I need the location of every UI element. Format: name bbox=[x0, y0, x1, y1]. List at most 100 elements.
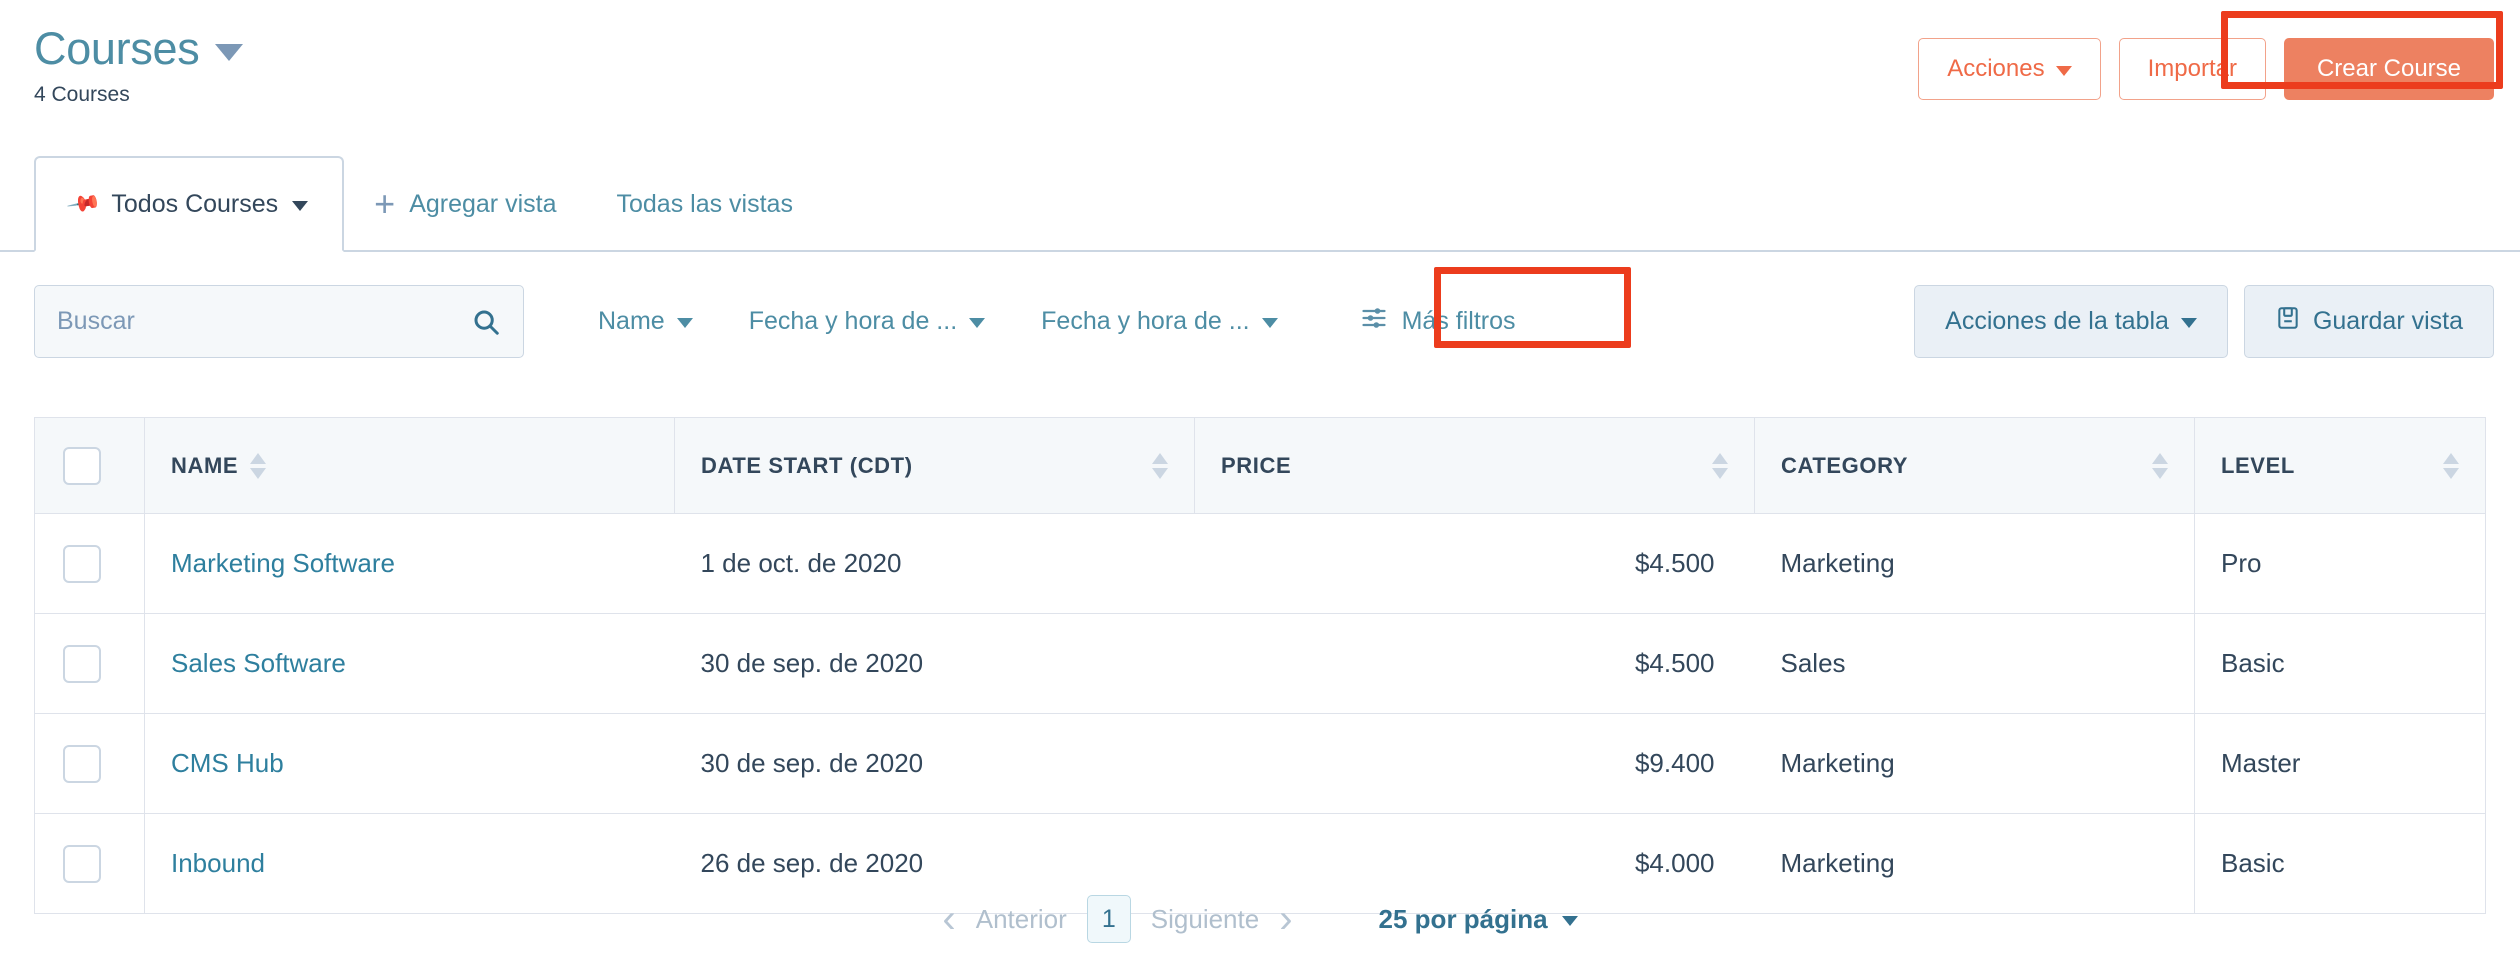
row-checkbox[interactable] bbox=[63, 744, 101, 783]
filter-dropdown-date-2[interactable]: Fecha y hora de ... bbox=[1013, 307, 1305, 336]
chevron-left-icon[interactable]: ‹ bbox=[942, 899, 955, 939]
table-actions-label: Acciones de la tabla bbox=[1945, 307, 2169, 335]
filter-dropdown-name[interactable]: Name bbox=[570, 307, 721, 336]
sort-arrows-icon[interactable] bbox=[1712, 452, 1728, 479]
cell-name: CMS Hub bbox=[144, 713, 675, 814]
more-filters-label: Más filtros bbox=[1401, 307, 1516, 335]
filter-dropdown-name-label: Name bbox=[598, 307, 665, 335]
cell-name: Sales Software bbox=[144, 613, 675, 714]
select-all-checkbox[interactable] bbox=[63, 446, 101, 485]
course-link[interactable]: Inbound bbox=[171, 848, 265, 878]
cell-level: Basic bbox=[2194, 613, 2486, 714]
importar-button[interactable]: Importar bbox=[2118, 38, 2266, 100]
pin-icon: 📌 bbox=[65, 185, 103, 222]
column-header-level[interactable]: LEVEL bbox=[2194, 417, 2486, 514]
table-row[interactable]: Sales Software 30 de sep. de 2020 $4.500… bbox=[34, 613, 2486, 714]
tab-todos-courses-label: Todos Courses bbox=[111, 189, 279, 218]
search-input[interactable] bbox=[57, 307, 471, 336]
acciones-label: Acciones bbox=[1947, 55, 2045, 82]
tab-todos-courses[interactable]: 📌 Todos Courses bbox=[34, 156, 345, 252]
all-views-label: Todas las vistas bbox=[616, 189, 793, 218]
cell-name: Marketing Software bbox=[144, 513, 675, 614]
record-count: 4 Courses bbox=[34, 83, 130, 106]
per-page-selector[interactable]: 25 por página bbox=[1379, 904, 1578, 935]
page-title[interactable]: Courses bbox=[34, 23, 244, 74]
save-view-label: Guardar vista bbox=[2312, 307, 2463, 335]
filter-dropdown-date-1-label: Fecha y hora de ... bbox=[748, 307, 958, 335]
row-checkbox-cell bbox=[34, 613, 145, 714]
add-view-button[interactable]: + Agregar vista bbox=[344, 156, 586, 252]
cell-category: Marketing bbox=[1754, 513, 2195, 614]
sort-arrows-icon[interactable] bbox=[250, 452, 267, 479]
column-header-price[interactable]: PRICE bbox=[1194, 417, 1755, 514]
table-row[interactable]: CMS Hub 30 de sep. de 2020 $9.400 Market… bbox=[34, 713, 2486, 814]
table-body: Marketing Software 1 de oct. de 2020 $4.… bbox=[34, 513, 2486, 914]
select-all-header bbox=[34, 417, 145, 514]
row-checkbox[interactable] bbox=[63, 644, 101, 683]
cell-price: $9.400 bbox=[1194, 713, 1755, 814]
column-header-category[interactable]: CATEGORY bbox=[1754, 417, 2195, 514]
pagination: ‹ Anterior 1 Siguiente › 25 por página bbox=[0, 895, 2520, 943]
column-header-name-label: NAME bbox=[171, 452, 239, 478]
page-title-text: Courses bbox=[34, 23, 200, 74]
course-link[interactable]: Sales Software bbox=[171, 648, 346, 678]
cell-date: 30 de sep. de 2020 bbox=[674, 613, 1195, 714]
cell-date: 30 de sep. de 2020 bbox=[674, 713, 1195, 814]
course-link[interactable]: Marketing Software bbox=[171, 548, 395, 578]
acciones-button[interactable]: Acciones bbox=[1918, 38, 2101, 100]
chevron-down-icon[interactable] bbox=[292, 200, 309, 211]
chevron-down-icon bbox=[1261, 318, 1278, 328]
cell-level: Master bbox=[2194, 713, 2486, 814]
sort-arrows-icon[interactable] bbox=[2443, 452, 2459, 479]
cell-level: Pro bbox=[2194, 513, 2486, 614]
row-checkbox[interactable] bbox=[63, 844, 101, 883]
per-page-label: 25 por página bbox=[1378, 903, 1548, 934]
table-row[interactable]: Marketing Software 1 de oct. de 2020 $4.… bbox=[34, 513, 2486, 614]
chevron-down-icon bbox=[2180, 318, 2197, 328]
crear-course-button[interactable]: Crear Course bbox=[2283, 38, 2494, 100]
prev-page-button[interactable]: Anterior bbox=[976, 904, 1067, 935]
search-icon[interactable] bbox=[471, 307, 501, 337]
sort-arrows-icon[interactable] bbox=[2152, 452, 2168, 479]
course-link[interactable]: CMS Hub bbox=[171, 748, 284, 778]
row-checkbox-cell bbox=[34, 713, 145, 814]
views-tab-bar: 📌 Todos Courses + Agregar vista Todas la… bbox=[0, 155, 2520, 252]
column-header-date-label: DATE START (CDT) bbox=[701, 452, 913, 478]
plus-icon: + bbox=[374, 182, 396, 224]
filter-bar: Name Fecha y hora de ... Fecha y hora de… bbox=[0, 285, 2520, 363]
courses-table: NAME DATE START (CDT) PRICE CATEGORY LEV… bbox=[34, 417, 2486, 914]
sort-arrows-icon[interactable] bbox=[1152, 452, 1168, 479]
table-header-row: NAME DATE START (CDT) PRICE CATEGORY LEV… bbox=[34, 417, 2486, 514]
page-header: Courses 4 Courses Acciones Importar Crea… bbox=[0, 0, 2520, 150]
table-actions-button[interactable]: Acciones de la tabla bbox=[1914, 285, 2228, 358]
cell-category: Sales bbox=[1754, 613, 2195, 714]
next-page-button[interactable]: Siguiente bbox=[1151, 904, 1259, 935]
save-view-button[interactable]: Guardar vista bbox=[2243, 285, 2494, 358]
column-header-category-label: CATEGORY bbox=[1781, 452, 1909, 478]
courses-list-page: Courses 4 Courses Acciones Importar Crea… bbox=[0, 0, 2520, 980]
column-header-price-label: PRICE bbox=[1221, 452, 1292, 478]
chevron-down-icon bbox=[2055, 65, 2072, 76]
header-actions: Acciones Importar Crear Course bbox=[1918, 38, 2494, 100]
chevron-down-icon bbox=[1561, 915, 1578, 926]
add-view-label: Agregar vista bbox=[409, 189, 557, 218]
cell-date: 1 de oct. de 2020 bbox=[674, 513, 1195, 614]
row-checkbox-cell bbox=[34, 513, 145, 614]
chevron-right-icon[interactable]: › bbox=[1279, 899, 1292, 939]
page-number-1[interactable]: 1 bbox=[1086, 895, 1131, 943]
search-box[interactable] bbox=[34, 285, 524, 358]
crear-course-label: Crear Course bbox=[2316, 55, 2461, 82]
title-block: Courses 4 Courses bbox=[34, 23, 244, 107]
all-views-link[interactable]: Todas las vistas bbox=[586, 156, 822, 252]
column-header-date[interactable]: DATE START (CDT) bbox=[674, 417, 1195, 514]
floppy-disk-icon bbox=[2275, 305, 2301, 338]
column-header-name[interactable]: NAME bbox=[144, 417, 675, 514]
importar-label: Importar bbox=[2147, 55, 2237, 82]
cell-price: $4.500 bbox=[1194, 513, 1755, 614]
filter-dropdown-date-1[interactable]: Fecha y hora de ... bbox=[721, 307, 1013, 336]
column-header-level-label: LEVEL bbox=[2221, 452, 2295, 478]
chevron-down-icon[interactable] bbox=[215, 43, 244, 61]
pagination-controls: ‹ Anterior 1 Siguiente › bbox=[942, 895, 1293, 943]
row-checkbox[interactable] bbox=[63, 544, 101, 583]
more-filters-button[interactable]: Más filtros bbox=[1334, 304, 1542, 339]
